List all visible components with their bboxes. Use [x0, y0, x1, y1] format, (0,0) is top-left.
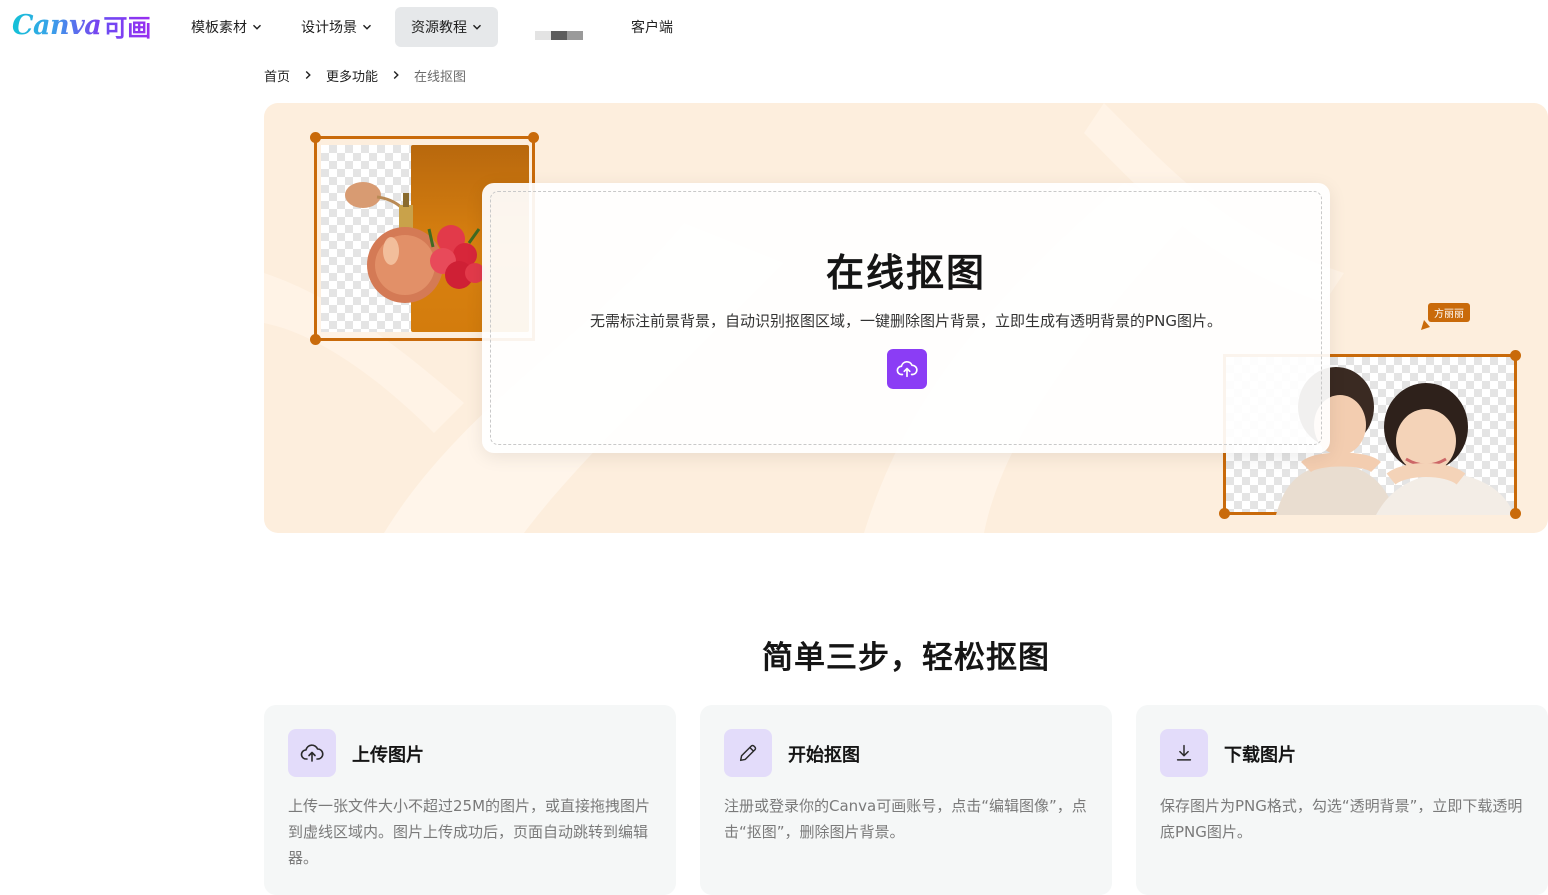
- upload-dropzone-card[interactable]: 在线抠图 无需标注前景背景，自动识别抠图区域，一键删除图片背景，立即生成有透明背…: [482, 183, 1330, 453]
- hero-banner: 方丽丽 在线抠图 无需标注前景背景，自动识别抠图区域，一键删除图片背景，立即生成…: [264, 103, 1548, 533]
- nav-design-scenes[interactable]: 设计场景: [285, 7, 388, 47]
- step-name: 开始抠图: [788, 745, 860, 766]
- resize-handle: [310, 132, 321, 143]
- perfume-bottle-image: [345, 182, 485, 303]
- cloud-upload-icon: [896, 360, 918, 378]
- breadcrumb-home[interactable]: 首页: [264, 66, 290, 85]
- step-name: 上传图片: [352, 745, 424, 766]
- step-card-download: 下载图片 保存图片为PNG格式，勾选“透明背景”，立即下载透明底PNG图片。: [1136, 705, 1548, 895]
- resize-handle: [310, 334, 321, 345]
- nav-templates[interactable]: 模板素材: [175, 7, 278, 47]
- collaborator-tag: 方丽丽: [1428, 303, 1470, 322]
- top-nav: Canva 可画 模板素材 设计场景 资源教程 客户端: [0, 0, 1548, 54]
- pencil-icon: [739, 744, 757, 762]
- step-name: 下载图片: [1224, 745, 1296, 766]
- steps-title: 简单三步，轻松抠图: [762, 640, 1050, 676]
- resize-handle: [1510, 350, 1521, 361]
- nav-design-scenes-label: 设计场景: [301, 20, 357, 36]
- chevron-down-icon: [362, 24, 372, 30]
- resize-handle: [528, 132, 539, 143]
- cursor-pointer-icon: [1421, 320, 1430, 330]
- step-description: 保存图片为PNG格式，勾选“透明背景”，立即下载透明底PNG图片。: [1160, 797, 1523, 841]
- resize-handle: [1219, 508, 1230, 519]
- upload-dropzone[interactable]: 在线抠图 无需标注前景背景，自动识别抠图区域，一键删除图片背景，立即生成有透明背…: [490, 191, 1322, 445]
- step-icon-box: [288, 729, 336, 777]
- breadcrumb-more-features[interactable]: 更多功能: [326, 66, 378, 85]
- step-description: 上传一张文件大小不超过25M的图片，或直接拖拽图片到虚线区域内。图片上传成功后，…: [288, 797, 651, 867]
- nav-templates-label: 模板素材: [191, 20, 247, 36]
- chevron-down-icon: [472, 24, 482, 30]
- nav-client-label: 客户端: [631, 20, 673, 36]
- download-icon: [1176, 744, 1192, 761]
- logo-wordmark: Canva: [12, 10, 102, 41]
- breadcrumb: 首页 更多功能 在线抠图: [264, 66, 467, 85]
- logo-cn: 可画: [103, 8, 151, 43]
- breadcrumb-current: 在线抠图: [414, 69, 467, 85]
- hero-title: 在线抠图: [825, 251, 986, 295]
- chevron-down-icon: [252, 24, 262, 30]
- resize-handle: [1510, 508, 1521, 519]
- upload-button[interactable]: [887, 349, 927, 389]
- step-description: 注册或登录你的Canva可画账号，点击“编辑图像”，点击“抠图”，删除图片背景。: [724, 797, 1087, 841]
- nav-client[interactable]: 客户端: [615, 7, 689, 47]
- step-icon-box: [724, 729, 772, 777]
- step-card-upload: 上传图片 上传一张文件大小不超过25M的图片，或直接拖拽图片到虚线区域内。图片上…: [264, 705, 676, 895]
- nav-redacted-item[interactable]: [535, 31, 583, 40]
- chevron-right-icon: [393, 70, 399, 80]
- chevron-right-icon: [305, 70, 311, 80]
- nav-resources-label: 资源教程: [411, 20, 467, 36]
- step-card-cutout: 开始抠图 注册或登录你的Canva可画账号，点击“编辑图像”，点击“抠图”，删除…: [700, 705, 1112, 895]
- cloud-upload-icon: [300, 744, 324, 762]
- step-icon-box: [1160, 729, 1208, 777]
- nav-resources[interactable]: 资源教程: [395, 7, 498, 47]
- hero-description: 无需标注前景背景，自动识别抠图区域，一键删除图片背景，立即生成有透明背景的PNG…: [590, 312, 1222, 330]
- canva-logo[interactable]: Canva 可画: [12, 8, 151, 43]
